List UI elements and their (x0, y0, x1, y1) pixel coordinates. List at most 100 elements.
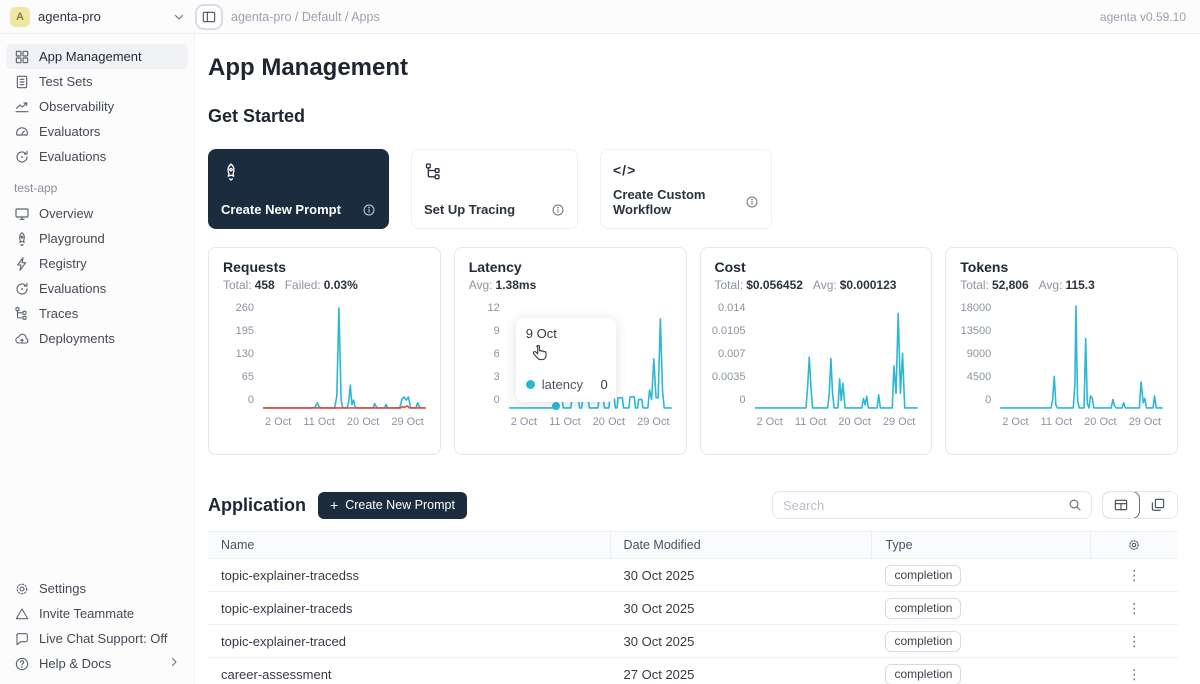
table-row[interactable]: career-assessment 27 Oct 2025 completion… (208, 658, 1178, 684)
y-axis-labels: 260195130650 (223, 300, 263, 406)
sidebar-item-test-sets[interactable]: Test Sets (6, 69, 188, 94)
evaluations-icon (14, 281, 30, 297)
sidebar-item-label: Playground (39, 231, 105, 246)
sidebar-collapse-button[interactable] (195, 4, 223, 30)
workspace-avatar: A (10, 7, 30, 27)
y-axis-labels: 129630 (469, 300, 509, 406)
search-box (772, 491, 1092, 519)
table-settings-gear-icon[interactable] (1127, 538, 1141, 552)
sidebar-item-registry[interactable]: Registry (6, 251, 188, 276)
info-icon[interactable] (551, 203, 565, 217)
table-view-icon (1113, 497, 1129, 513)
monitor-icon (14, 206, 30, 222)
sidebar-item-settings[interactable]: Settings (6, 576, 188, 601)
column-header-type: Type (872, 532, 1090, 558)
help-circle-icon (14, 656, 30, 672)
x-axis-labels: 2 Oct11 Oct20 Oct29 Oct (223, 416, 426, 428)
create-custom-workflow-card[interactable]: </> Create Custom Workflow (600, 149, 772, 229)
sidebar-item-invite-teammate[interactable]: Invite Teammate (6, 601, 188, 626)
cost-chart-card: Cost Total:$0.056452 Avg:$0.000123 0.014… (700, 247, 933, 455)
cost-plot (755, 300, 918, 412)
create-new-prompt-button[interactable]: + Create New Prompt (318, 492, 467, 519)
card-label: Set Up Tracing (424, 202, 515, 217)
breadcrumb[interactable]: agenta-pro / Default / Apps (231, 10, 380, 24)
table-row[interactable]: topic-explainer-traceds 30 Oct 2025 comp… (208, 592, 1178, 625)
sidebar-item-label: Test Sets (39, 74, 92, 89)
y-axis-labels: 0.0140.01050.0070.00350 (715, 300, 755, 406)
table-row[interactable]: topic-explainer-traced 30 Oct 2025 compl… (208, 625, 1178, 658)
topbar: A agenta-pro agenta-pro / Default / Apps… (0, 0, 1200, 34)
sidebar-item-overview[interactable]: Overview (6, 201, 188, 226)
sidebar-item-evaluators[interactable]: Evaluators (6, 119, 188, 144)
sidebar: App Management Test Sets Observability E… (0, 34, 195, 684)
trace-tree-icon (14, 306, 30, 322)
set-up-tracing-card[interactable]: Set Up Tracing (411, 149, 578, 229)
app-version: agenta v0.59.10 (1100, 10, 1200, 24)
stat-avg: Avg:$0.000123 (813, 278, 897, 292)
search-icon[interactable] (1067, 497, 1083, 513)
table-row[interactable]: topic-explainer-tracedss 30 Oct 2025 com… (208, 559, 1178, 592)
sidebar-item-evaluations[interactable]: Evaluations (6, 144, 188, 169)
table-header: Name Date Modified Type (208, 531, 1178, 559)
chart-title: Requests (223, 259, 426, 275)
stat-total: Total:$0.056452 (715, 278, 803, 292)
sidebar-item-deployments[interactable]: Deployments (6, 326, 188, 351)
type-badge: completion (885, 631, 961, 652)
row-menu-button[interactable]: ⋮ (1127, 568, 1141, 582)
type-badge: completion (885, 664, 961, 684)
lightning-icon (14, 256, 30, 272)
card-view-button[interactable] (1139, 492, 1177, 518)
search-input[interactable] (783, 498, 1067, 513)
plus-icon: + (330, 498, 338, 512)
sidebar-item-observability[interactable]: Observability (6, 94, 188, 119)
sidebar-item-live-chat[interactable]: Live Chat Support: Off (6, 626, 188, 651)
row-menu-button[interactable]: ⋮ (1127, 667, 1141, 681)
triangle-icon (14, 606, 30, 622)
stat-total: Total:52,806 (960, 278, 1028, 292)
app-name: topic-explainer-traced (208, 634, 611, 649)
sidebar-item-label: Evaluations (39, 149, 106, 164)
sidebar-item-app-management[interactable]: App Management (6, 44, 188, 69)
app-name: topic-explainer-tracedss (208, 568, 611, 583)
sidebar-item-label: Live Chat Support: Off (39, 631, 167, 646)
info-icon[interactable] (745, 195, 759, 209)
card-view-icon (1150, 497, 1166, 513)
sidebar-item-label: App Management (39, 49, 142, 64)
stat-failed: Failed:0.03% (285, 278, 358, 292)
type-badge: completion (885, 565, 961, 586)
app-date-modified: 27 Oct 2025 (611, 667, 873, 682)
sidebar-item-playground[interactable]: Playground (6, 226, 188, 251)
create-new-prompt-card[interactable]: Create New Prompt (208, 149, 389, 229)
requests-chart-card: Requests Total:458 Failed:0.03% 26019513… (208, 247, 441, 455)
tooltip-value: 0 (601, 377, 608, 392)
chart-tooltip: 9 Oct latency 0 (516, 318, 616, 402)
workspace-name: agenta-pro (38, 9, 165, 24)
sidebar-item-traces[interactable]: Traces (6, 301, 188, 326)
chart-title: Tokens (960, 259, 1163, 275)
y-axis-labels: 1800013500900045000 (960, 300, 1000, 406)
code-icon: </> (613, 162, 636, 178)
sidebar-item-help-docs[interactable]: Help & Docs (6, 651, 188, 676)
stat-avg: Avg:115.3 (1039, 278, 1095, 292)
series-dot (526, 380, 535, 389)
line-chart-icon (14, 99, 30, 115)
row-menu-button[interactable]: ⋮ (1127, 601, 1141, 615)
sidebar-item-label: Traces (39, 306, 78, 321)
type-badge: completion (885, 598, 961, 619)
app-name: career-assessment (208, 667, 611, 682)
info-icon[interactable] (362, 203, 376, 217)
sidebar-item-evaluations-project[interactable]: Evaluations (6, 276, 188, 301)
chart-title: Latency (469, 259, 672, 275)
table-view-button[interactable] (1102, 491, 1140, 519)
chart-title: Cost (715, 259, 918, 275)
app-window: A agenta-pro agenta-pro / Default / Apps… (0, 0, 1200, 684)
sidebar-item-label: Registry (39, 256, 87, 271)
column-header-date: Date Modified (611, 532, 873, 558)
row-menu-button[interactable]: ⋮ (1127, 634, 1141, 648)
chat-bubble-icon (14, 631, 30, 647)
workspace-switcher[interactable]: A agenta-pro (0, 7, 195, 27)
tooltip-date: 9 Oct (526, 326, 606, 341)
tooltip-series-name: latency (542, 377, 583, 392)
stat-total: Total:458 (223, 278, 275, 292)
gauge-icon (14, 124, 30, 140)
